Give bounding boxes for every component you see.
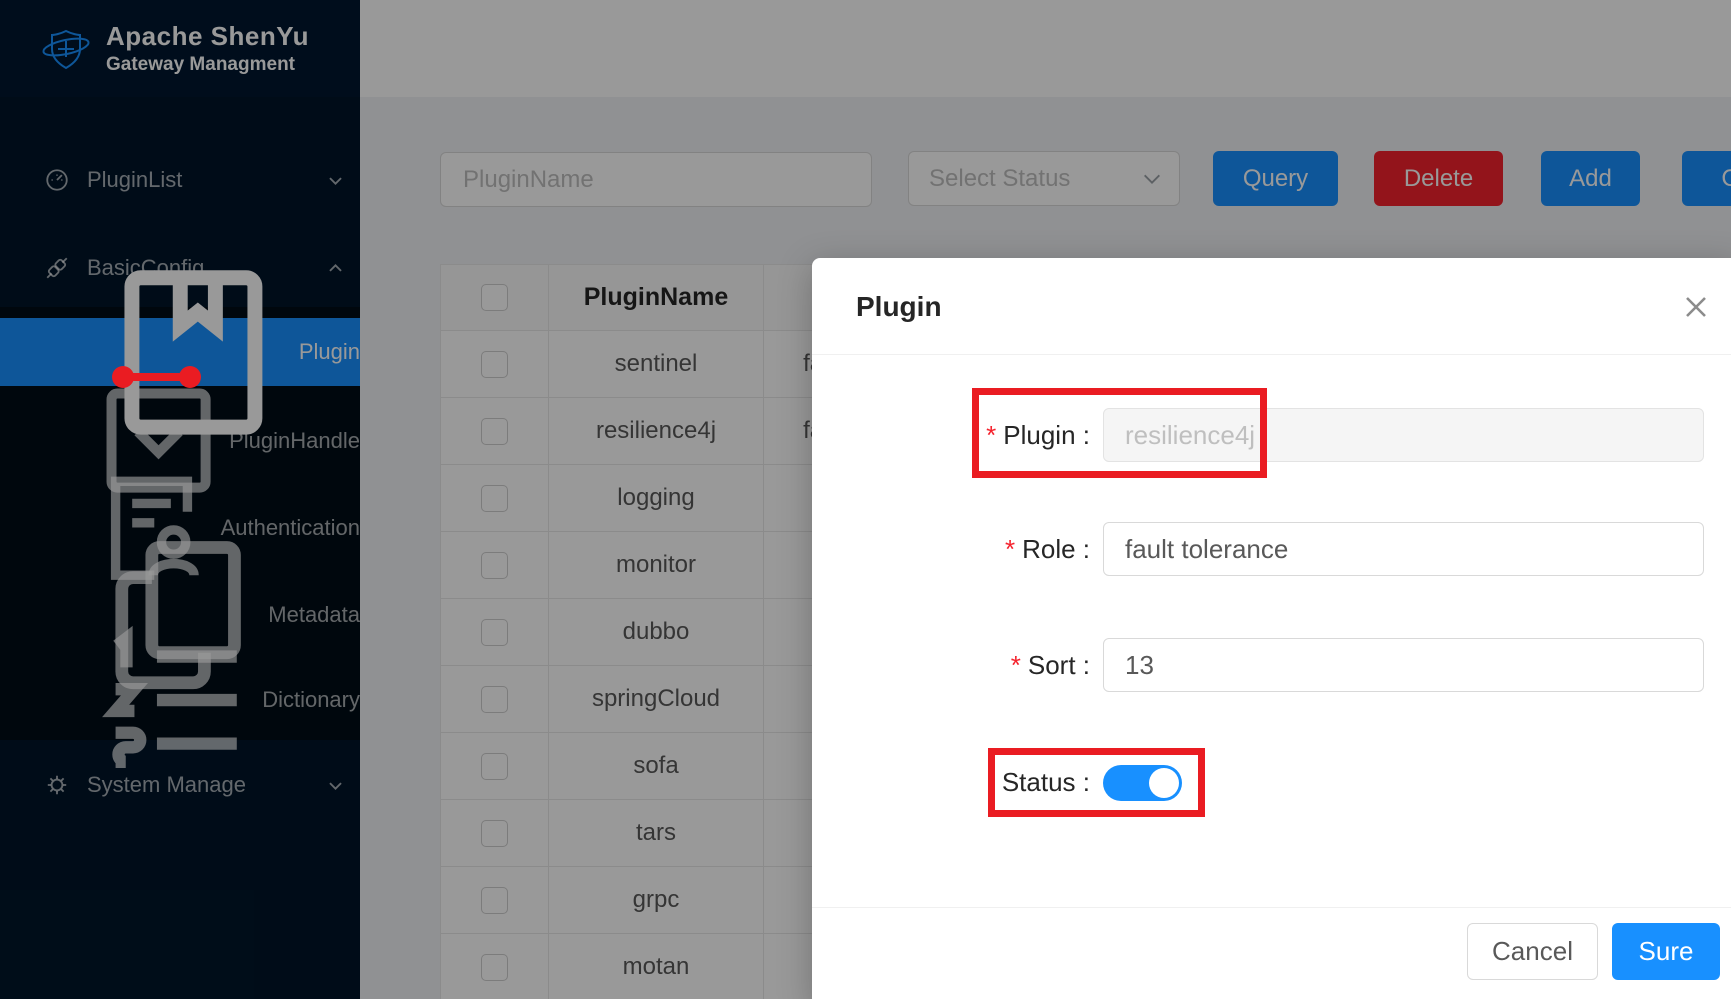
annotation-dot: [179, 366, 201, 388]
cancel-button[interactable]: Cancel: [1467, 923, 1598, 980]
sure-button[interactable]: Sure: [1612, 923, 1720, 980]
page: Apache ShenYu Gateway Managment PluginLi…: [0, 0, 1731, 999]
close-icon[interactable]: [1680, 291, 1712, 323]
sort-field[interactable]: [1103, 638, 1704, 692]
modal-header: Plugin: [812, 258, 1731, 355]
required-marker: *: [1005, 534, 1015, 564]
annotation-rect-status-toggle: [988, 748, 1205, 817]
annotation-rect-plugin-field: [972, 388, 1267, 478]
modal-footer-divider: [812, 907, 1731, 908]
modal-title: Plugin: [856, 258, 942, 355]
plugin-modal: Plugin *Plugin : *Role : *Sort : Status …: [812, 258, 1731, 999]
role-field-label: *Role :: [812, 531, 1090, 567]
role-field[interactable]: [1103, 522, 1704, 576]
required-marker: *: [1011, 650, 1021, 680]
sort-field-label: *Sort :: [812, 647, 1090, 683]
annotation-underline-plugin-menu: [112, 366, 201, 388]
